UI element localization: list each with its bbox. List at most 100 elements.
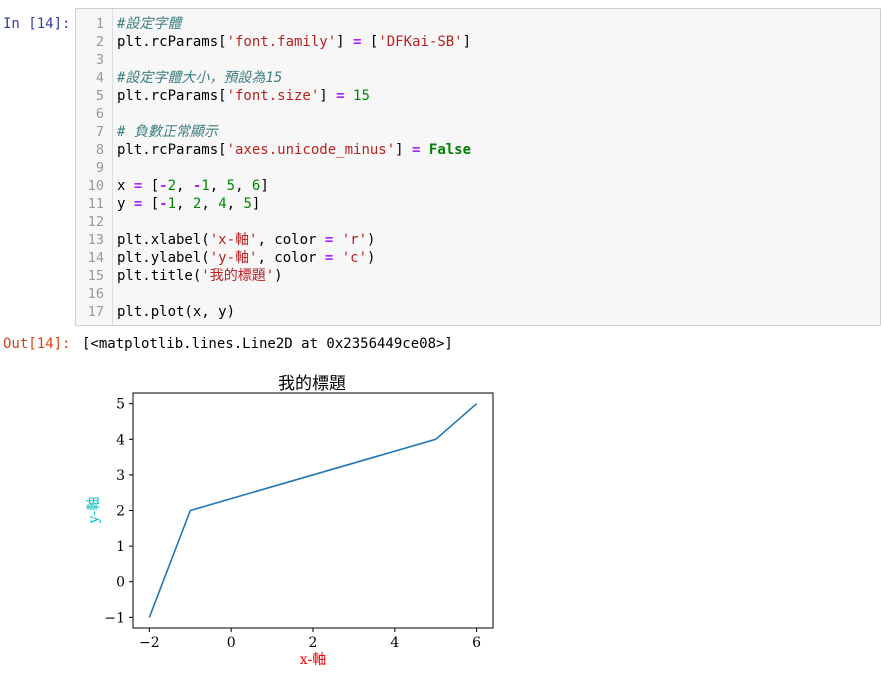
code-text: #設定字體: [117, 15, 181, 33]
y-tick-label: −1: [104, 610, 125, 626]
code-text: x = [-2, -1, 5, 6]: [117, 177, 269, 195]
code-token: #設定字體大小，預設為15: [117, 70, 283, 86]
code-text: plt.rcParams['axes.unicode_minus'] = Fal…: [117, 141, 471, 159]
line-number: 12: [87, 214, 104, 230]
line-number: 2: [95, 34, 104, 50]
code-token: 'DFKai-SB': [378, 34, 463, 50]
code-text: plt.title('我的標題'): [117, 267, 283, 285]
line-number: 5: [95, 88, 104, 104]
line-number: 4: [95, 70, 104, 86]
series-line: [148, 403, 478, 618]
x-tick-label: 6: [472, 635, 481, 651]
line-chart: 我的標題 −2 0 2 4 6 −1 0 1 2 3 4 5 x-軸 y-軸: [86, 374, 494, 668]
code-token: ,: [209, 178, 227, 194]
code-token: 'font.size': [226, 88, 320, 104]
code-token: ,: [176, 178, 193, 194]
x-tick-label: 2: [309, 635, 318, 651]
code-token: =: [336, 88, 345, 104]
code-token: 'y-軸': [209, 250, 258, 266]
code-token: ): [274, 268, 283, 284]
x-tick-label: 4: [390, 635, 399, 651]
output-prompt: Out[14]:: [3, 336, 71, 352]
y-tick-label: 1: [116, 539, 125, 555]
code-token: 15: [353, 88, 370, 104]
code-token: 2: [167, 178, 177, 194]
line-number: 6: [95, 106, 104, 122]
code-text: plt.rcParams['font.size'] = 15: [117, 87, 370, 105]
code-text: #設定字體大小，預設為15: [117, 69, 282, 87]
code-text: # 負數正常顯示: [117, 123, 218, 141]
code-token: #設定字體: [117, 16, 182, 32]
code-token: ,: [201, 196, 219, 212]
y-axis-label: y-軸: [86, 497, 102, 525]
code-token: ]: [336, 34, 354, 50]
code-token: [: [361, 34, 379, 50]
code-token: -: [159, 178, 168, 194]
code-token: 1: [167, 196, 177, 212]
input-prompt: In [14]:: [3, 16, 71, 32]
y-tick-label: 5: [116, 397, 125, 413]
code-text: y = [-1, 2, 4, 5]: [117, 195, 260, 213]
code-token: x: [117, 178, 134, 194]
code-token: ]: [462, 34, 472, 50]
code-token: '我的標題': [201, 268, 275, 284]
line-number: 17: [87, 304, 104, 320]
y-tick-label: 2: [116, 504, 125, 520]
y-axis-ticks: −1 0 1 2 3 4 5: [104, 397, 133, 626]
x-tick-label: −2: [139, 635, 160, 651]
code-token: 4: [218, 196, 227, 212]
code-token: y: [117, 196, 134, 212]
code-token: # 負數正常顯示: [117, 124, 218, 140]
code-token: 5: [226, 178, 236, 194]
code-token: ]: [395, 142, 413, 158]
line-number: 15: [87, 268, 104, 284]
line-number: 1: [95, 16, 104, 32]
code-token: plt.rcParams[: [117, 34, 227, 50]
code-token: False: [428, 142, 472, 158]
line-number: 8: [95, 142, 104, 158]
y-tick-label: 3: [116, 468, 125, 484]
code-token: 1: [201, 178, 210, 194]
code-input-area[interactable]: 1 #設定字體 2 plt.rcParams['font.family'] = ['D…: [75, 8, 881, 326]
output-plot: 我的標題 −2 0 2 4 6 −1 0 1 2 3 4 5 x-軸 y-軸: [80, 366, 510, 680]
code-token: , color: [257, 250, 325, 266]
output-text: [<matplotlib.lines.Line2D at 0x2356449ce…: [82, 336, 453, 352]
code-token: ): [367, 232, 376, 248]
line-number: 10: [87, 178, 104, 194]
line-number: 11: [87, 196, 104, 212]
code-token: plt.xlabel(: [117, 232, 210, 248]
y-tick-label: 4: [116, 432, 125, 448]
chart-title: 我的標題: [278, 374, 346, 394]
y-tick-label: 0: [116, 575, 125, 591]
code-token: plt.rcParams[: [117, 88, 227, 104]
code-token: 'axes.unicode_minus': [226, 142, 396, 158]
code-token: 5: [243, 196, 252, 212]
code-text: plt.plot(x, y): [117, 303, 235, 321]
code-token: ]: [319, 88, 337, 104]
line-number: 3: [95, 52, 104, 68]
code-token: ,: [235, 178, 252, 194]
code-token: plt.rcParams[: [117, 142, 227, 158]
code-token: ,: [226, 196, 244, 212]
code-token: , color: [257, 232, 325, 248]
line-number: 9: [95, 160, 104, 176]
code-text: plt.rcParams['font.family'] = ['DFKai-SB…: [117, 33, 471, 51]
line-number: 14: [87, 250, 104, 266]
code-text: plt.xlabel('x-軸', color = 'r'): [117, 231, 375, 249]
code-token: [: [142, 178, 160, 194]
code-token: plt.plot(x, y): [117, 304, 236, 320]
x-tick-label: 0: [227, 635, 236, 651]
code-token: ,: [176, 196, 193, 212]
code-token: plt.ylabel(: [117, 250, 210, 266]
x-axis-ticks: −2 0 2 4 6: [139, 628, 481, 651]
code-token: 'r': [341, 232, 368, 248]
code-token: 'x-軸': [209, 232, 258, 248]
line-number: 13: [87, 232, 104, 248]
code-token: [: [142, 196, 160, 212]
code-token: ]: [260, 178, 269, 194]
code-token: ]: [251, 196, 261, 212]
